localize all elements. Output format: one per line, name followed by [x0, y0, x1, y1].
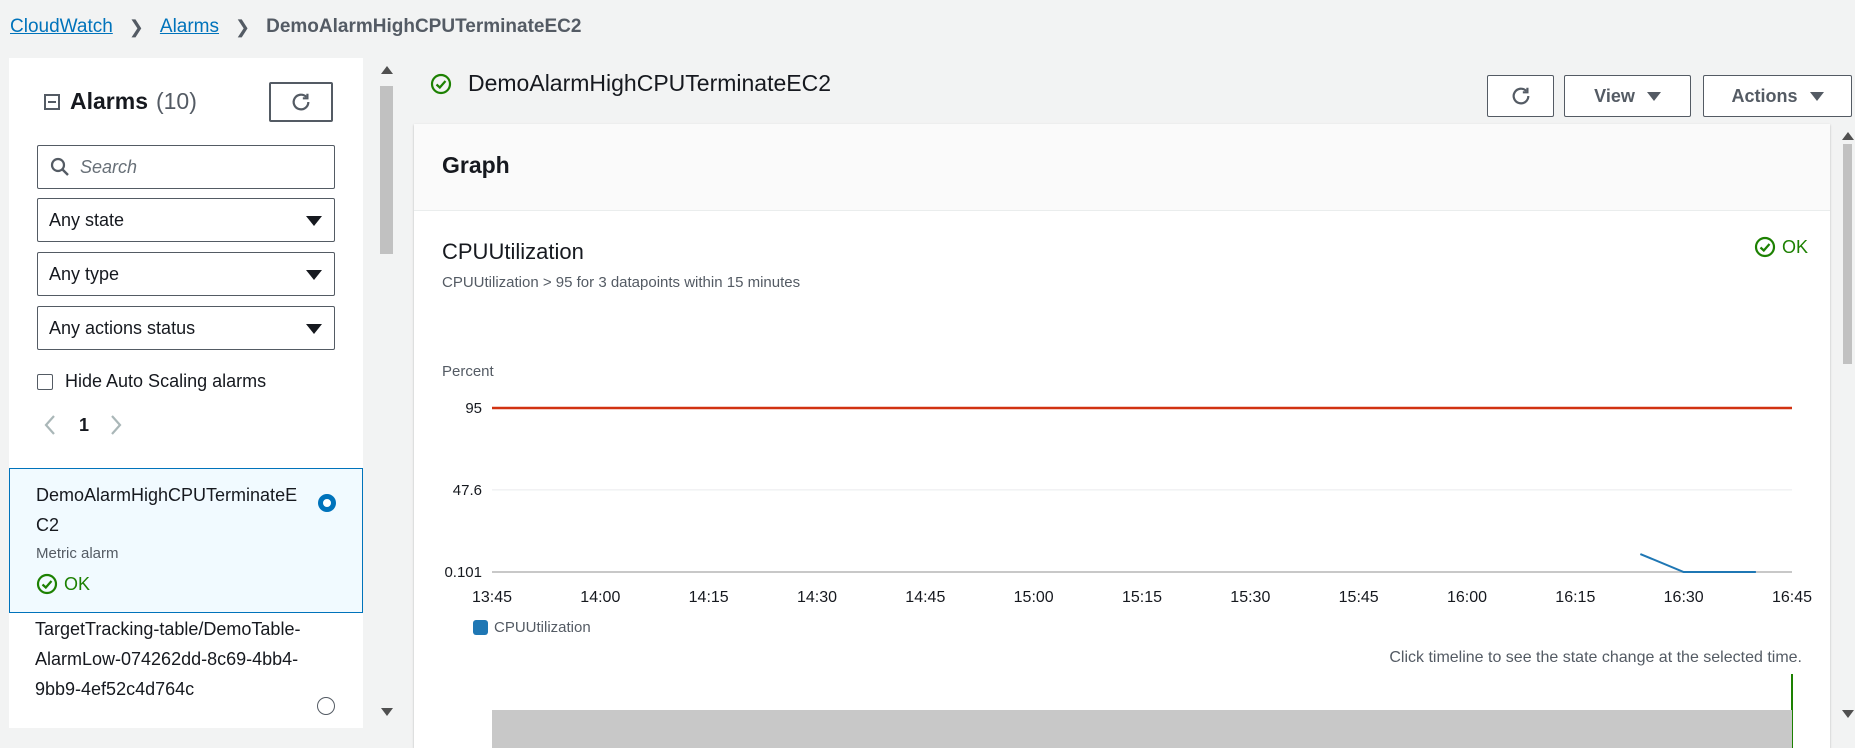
alarm-type: Metric alarm [36, 545, 119, 562]
caret-down-icon [1809, 91, 1824, 101]
collapse-icon[interactable] [44, 93, 60, 110]
timeline-hint: Click timeline to see the state change a… [1389, 649, 1802, 666]
alarm-radio[interactable] [318, 494, 336, 512]
chart-legend[interactable]: CPUUtilization [473, 619, 591, 636]
x-tick-label: 13:45 [472, 589, 512, 606]
page-title: DemoAlarmHighCPUTerminateEC2 [430, 70, 831, 97]
y-tick-label: 47.6 [453, 482, 482, 499]
x-tick-label: 15:00 [1014, 589, 1054, 606]
sidebar-refresh-button[interactable] [269, 82, 333, 122]
y-tick-label: 95 [465, 400, 482, 417]
refresh-icon [1512, 87, 1529, 105]
hide-autoscaling-option[interactable]: Hide Auto Scaling alarms [37, 371, 266, 392]
actions-status-filter-select[interactable]: Any actions status [37, 306, 335, 350]
refresh-icon [292, 93, 310, 111]
x-tick-label: 16:15 [1555, 589, 1595, 606]
hide-autoscaling-label: Hide Auto Scaling alarms [65, 371, 267, 391]
check-circle-icon [430, 73, 452, 94]
caret-down-icon [306, 216, 322, 226]
caret-down-icon [306, 324, 322, 334]
search-input[interactable]: Search [37, 145, 335, 189]
graph-panel: Graph CPUUtilization CPUUtilization > 95… [414, 124, 1830, 748]
status-text: OK [1781, 236, 1808, 257]
main-scrollbar[interactable] [1840, 124, 1855, 728]
x-tick-label: 16:30 [1664, 589, 1704, 606]
caret-down-icon [306, 270, 322, 280]
breadcrumb-current: DemoAlarmHighCPUTerminateEC2 [266, 16, 582, 37]
check-circle-icon [1754, 236, 1776, 258]
status-text: OK [64, 573, 91, 594]
x-tick-label: 14:45 [905, 589, 945, 606]
scroll-thumb[interactable] [380, 86, 393, 254]
x-tick-label: 16:45 [1772, 589, 1812, 606]
alarm-radio[interactable] [317, 697, 335, 715]
pagination: 1 [43, 414, 123, 436]
type-filter-value: Any type [49, 263, 120, 284]
sidebar-title: Alarms [70, 88, 148, 114]
scroll-down-icon[interactable] [1842, 710, 1854, 718]
scroll-up-icon[interactable] [381, 66, 393, 74]
type-filter-select[interactable]: Any type [37, 252, 335, 296]
hide-autoscaling-checkbox[interactable] [37, 373, 53, 390]
search-placeholder: Search [80, 156, 138, 177]
list-item[interactable]: DemoAlarmHighCPUTerminateEC2 Metric alar… [9, 468, 363, 613]
scroll-down-icon[interactable] [381, 708, 393, 716]
chevron-right-icon: ❯ [235, 16, 251, 37]
search-icon [50, 157, 69, 176]
x-tick-label: 14:30 [797, 589, 837, 606]
chevron-right-icon[interactable] [109, 414, 123, 436]
x-tick-label: 14:00 [580, 589, 620, 606]
x-tick-label: 16:00 [1447, 589, 1487, 606]
panel-title: Graph [442, 152, 510, 178]
alarm-title: DemoAlarmHighCPUTerminateEC2 [468, 70, 832, 96]
sidebar-header: Alarms (10) [44, 88, 197, 115]
panel-header: Graph [414, 124, 1830, 211]
sidebar-scrollbar[interactable] [375, 58, 399, 728]
actions-status-filter-value: Any actions status [49, 317, 196, 338]
scroll-up-icon[interactable] [1842, 132, 1854, 140]
breadcrumb-cloudwatch-link[interactable]: CloudWatch [10, 16, 113, 38]
actions-button-label: Actions [1731, 85, 1798, 106]
x-tick-label: 15:30 [1230, 589, 1270, 606]
list-item[interactable]: TargetTracking-table/DemoTable-AlarmLow-… [9, 614, 363, 728]
alarm-name: DemoAlarmHighCPUTerminateEC2 [36, 485, 298, 535]
status-badge: OK [36, 573, 90, 595]
caret-down-icon [1646, 91, 1661, 101]
page-number[interactable]: 1 [79, 415, 89, 436]
cpu-utilization-chart[interactable]: Percent 95 47.6 0.101 13:45 14:00 14:15 14:30 14… [414, 344, 1830, 614]
alarm-count: (10) [155, 88, 197, 114]
series-line-cpuutilization [1639, 553, 1756, 573]
alarm-name: TargetTracking-table/DemoTable-AlarmLow-… [35, 619, 301, 699]
legend-swatch [473, 620, 488, 635]
x-tick-label: 15:15 [1122, 589, 1162, 606]
view-button-label: View [1594, 85, 1635, 106]
legend-label: CPUUtilization [494, 619, 591, 636]
breadcrumb-alarms-link[interactable]: Alarms [160, 16, 219, 38]
alarms-sidebar: Alarms (10) Search Any state Any type An… [9, 58, 363, 728]
metric-title: CPUUtilization [442, 239, 584, 264]
chevron-left-icon[interactable] [43, 414, 57, 436]
view-button[interactable]: View [1564, 75, 1691, 117]
breadcrumb: CloudWatch ❯ Alarms ❯ DemoAlarmHighCPUTe… [10, 16, 581, 38]
check-circle-icon [36, 573, 58, 595]
state-timeline[interactable] [492, 710, 1792, 748]
actions-button[interactable]: Actions [1703, 75, 1852, 117]
x-tick-label: 15:45 [1339, 589, 1379, 606]
x-tick-label: 14:15 [689, 589, 729, 606]
state-filter-value: Any state [49, 209, 125, 230]
scroll-thumb[interactable] [1843, 144, 1852, 364]
y-tick-label: 0.101 [444, 564, 482, 581]
chevron-right-icon: ❯ [128, 16, 144, 37]
refresh-button[interactable] [1487, 75, 1554, 117]
status-badge: OK [1754, 236, 1808, 258]
y-axis-label: Percent [442, 363, 495, 380]
state-filter-select[interactable]: Any state [37, 198, 335, 242]
alarm-condition: CPUUtilization > 95 for 3 datapoints wit… [442, 274, 801, 291]
